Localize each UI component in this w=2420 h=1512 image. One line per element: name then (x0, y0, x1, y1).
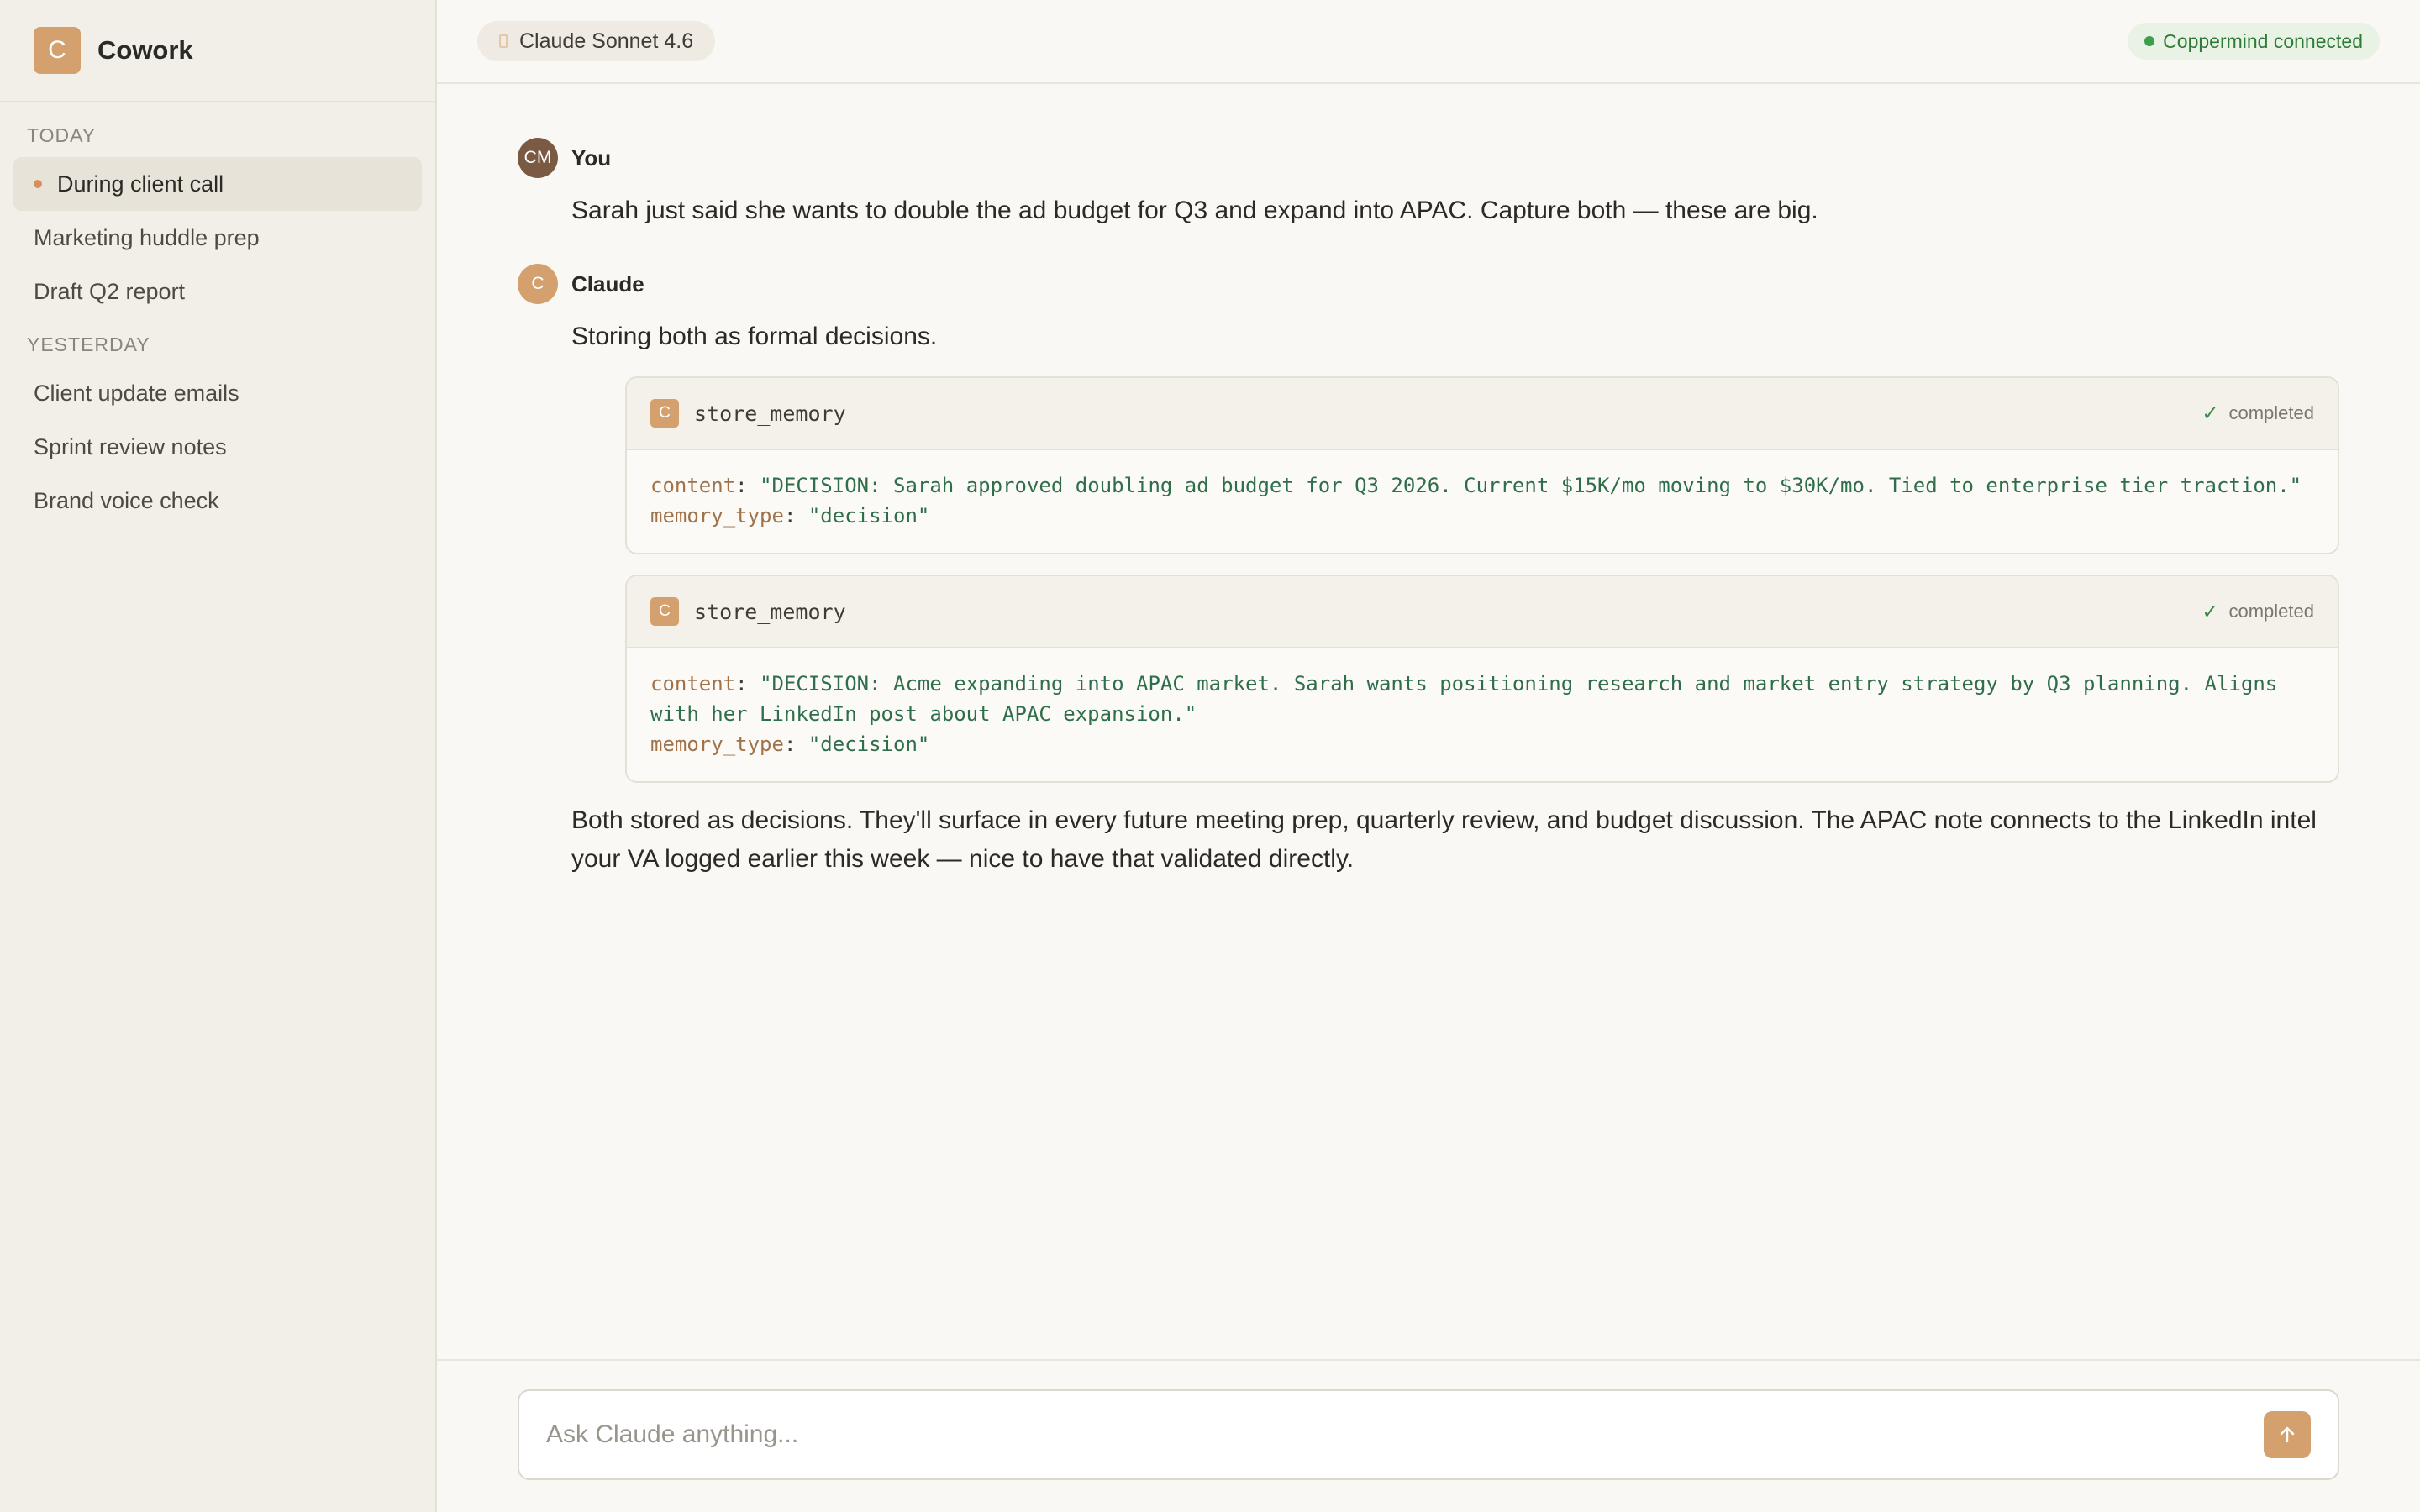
tool-status-label: completed (2228, 402, 2314, 423)
send-button[interactable] (2264, 1411, 2311, 1458)
check-icon: ✓ (2202, 600, 2219, 623)
user-message: CM You Sarah just said she wants to doub… (518, 138, 2339, 230)
sidebar-item-label: Brand voice check (34, 487, 219, 513)
tool-name: store_memory (694, 401, 846, 426)
tool-arg-key: memory_type (650, 732, 784, 756)
tool-arg-key: memory_type (650, 504, 784, 528)
section-label-yesterday: YESTERDAY (27, 333, 150, 355)
tool-call-args: content: "DECISION: Acme expanding into … (627, 648, 2338, 781)
tool-arg-value: "DECISION: Sarah approved doubling ad bu… (760, 474, 2302, 497)
sidebar-item-during-client-call[interactable]: During client call (13, 157, 422, 211)
section-label-today: TODAY (27, 124, 97, 146)
sidebar-item-label: Draft Q2 report (34, 278, 186, 304)
sidebar-item-client-update-emails[interactable]: Client update emails (13, 366, 422, 420)
app-name: Cowork (97, 35, 193, 65)
status-dot-icon (2144, 36, 2155, 46)
conversation-list-today: During client call Marketing huddle prep… (0, 147, 435, 318)
sidebar-item-label: Marketing huddle prep (34, 224, 260, 250)
chat-thread: CM You Sarah just said she wants to doub… (518, 84, 2339, 879)
sidebar-item-label: Sprint review notes (34, 433, 227, 459)
tool-call-header[interactable]: C store_memory ✓ completed (627, 378, 2338, 450)
tool-arg-value: "decision" (808, 504, 930, 528)
tool-status: ✓ completed (2202, 402, 2314, 426)
tool-arg-key: content (650, 672, 736, 696)
tool-icon: C (650, 399, 679, 428)
message-input[interactable] (546, 1420, 2264, 1449)
user-avatar: CM (518, 138, 558, 178)
check-icon: ✓ (2202, 402, 2219, 425)
tool-arg-row: content: "DECISION: Sarah approved doubl… (650, 474, 2302, 497)
tool-arg-row: content: "DECISION: Acme expanding into … (650, 672, 2278, 726)
model-label: Claude Sonnet 4.6 (519, 29, 694, 53)
active-dot-icon (34, 180, 42, 188)
tool-status-label: completed (2228, 601, 2314, 622)
sidebar-item-brand-voice-check[interactable]: Brand voice check (13, 474, 422, 528)
tool-arg-row: memory_type: "decision" (650, 732, 930, 756)
tool-arg-value: "DECISION: Acme expanding into APAC mark… (650, 672, 2278, 726)
sidebar-item-label: Client update emails (34, 380, 239, 406)
sidebar-item-label: During client call (57, 171, 224, 197)
app-window: C Cowork TODAY During client call Market… (0, 0, 2420, 1512)
sidebar-item-sprint-review-notes[interactable]: Sprint review notes (13, 420, 422, 474)
model-icon (499, 34, 508, 48)
tool-arg-value: "decision" (808, 732, 930, 756)
assistant-message: C Claude Storing both as formal decision… (518, 264, 2339, 879)
tool-name: store_memory (694, 599, 846, 624)
assistant-closing-text: Both stored as decisions. They'll surfac… (571, 806, 2317, 873)
brand: C Cowork (0, 0, 435, 102)
user-author: You (571, 144, 612, 171)
sidebar: C Cowork TODAY During client call Market… (0, 0, 437, 1512)
tool-call-args: content: "DECISION: Sarah approved doubl… (627, 450, 2338, 553)
assistant-intro-text: Storing both as formal decisions. (571, 323, 938, 350)
tool-call-card[interactable]: C store_memory ✓ completed content: "DEC… (625, 575, 2339, 783)
composer-area (437, 1359, 2420, 1512)
user-message-text: Sarah just said she wants to double the … (571, 197, 1818, 224)
topbar: Claude Sonnet 4.6 Coppermind connected (437, 0, 2420, 84)
sidebar-item-marketing-huddle-prep[interactable]: Marketing huddle prep (13, 211, 422, 265)
connection-status-label: Coppermind connected (2163, 29, 2363, 52)
tool-icon: C (650, 597, 679, 626)
main-panel: Claude Sonnet 4.6 Coppermind connected C… (437, 0, 2420, 1512)
conversation-list-yesterday: Client update emails Sprint review notes… (0, 356, 435, 528)
tool-call-card[interactable]: C store_memory ✓ completed content: "DEC… (625, 376, 2339, 554)
assistant-author: Claude (571, 270, 644, 297)
arrow-up-icon (2280, 1426, 2295, 1443)
connection-status-badge: Coppermind connected (2128, 23, 2380, 60)
model-selector[interactable]: Claude Sonnet 4.6 (477, 21, 716, 61)
sidebar-item-draft-q2-report[interactable]: Draft Q2 report (13, 265, 422, 318)
app-logo: C (34, 27, 81, 74)
assistant-avatar: C (518, 264, 558, 304)
tool-status: ✓ completed (2202, 600, 2314, 624)
tool-call-header[interactable]: C store_memory ✓ completed (627, 576, 2338, 648)
composer (518, 1389, 2339, 1480)
tool-arg-key: content (650, 474, 736, 497)
tool-arg-row: memory_type: "decision" (650, 504, 930, 528)
